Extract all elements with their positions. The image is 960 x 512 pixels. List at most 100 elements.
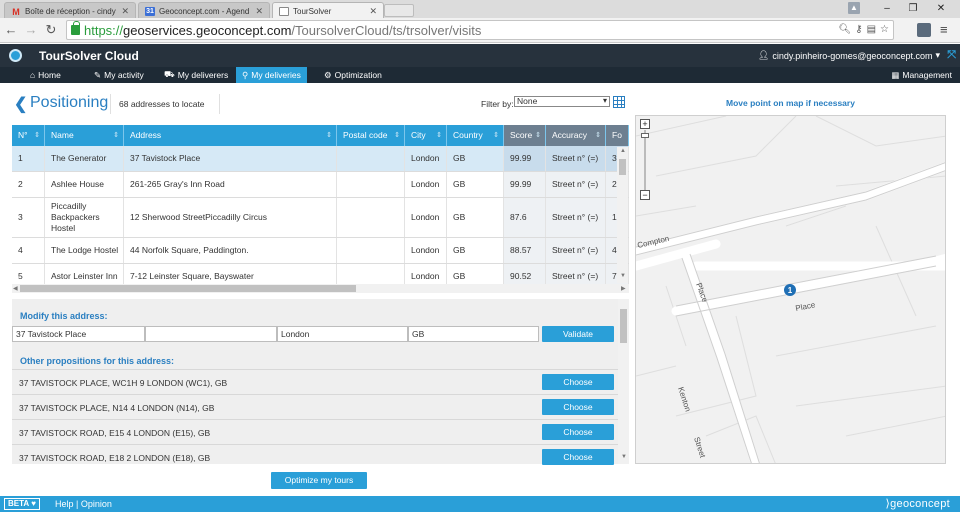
bookmark-star-icon[interactable]: ☆ bbox=[880, 24, 889, 35]
map-canvas[interactable]: Compton Place Place Kenton Street 1 bbox=[636, 116, 946, 464]
table-horizontal-scrollbar[interactable]: ◀ ▶ bbox=[12, 284, 629, 293]
marker-number: 1 bbox=[788, 286, 793, 295]
column-label: Address bbox=[130, 130, 162, 140]
cell-city: London bbox=[405, 172, 447, 197]
extension-icon[interactable] bbox=[917, 23, 931, 37]
map-view[interactable]: Compton Place Place Kenton Street 1 + − bbox=[635, 115, 946, 464]
key-icon[interactable]: ⚷ bbox=[855, 24, 862, 35]
nav-home[interactable]: ⌂ Home bbox=[24, 67, 67, 83]
close-icon[interactable]: ✕ bbox=[369, 6, 377, 17]
zoom-slider-track[interactable] bbox=[644, 130, 646, 192]
sort-icon: ⇕ bbox=[493, 132, 499, 139]
nav-my-deliveries[interactable]: ⚲ My deliveries bbox=[236, 67, 307, 83]
table-row[interactable]: 3 Piccadilly Backpackers Hostel 12 Sherw… bbox=[12, 198, 629, 238]
cell-accuracy: Street n° (=) bbox=[546, 238, 606, 263]
fullscreen-icon[interactable]: ⤧ bbox=[947, 49, 956, 62]
back-icon[interactable]: ← bbox=[4, 22, 18, 38]
footer-links[interactable]: Help | Opinion bbox=[55, 499, 112, 509]
management-link[interactable]: ▦ Management bbox=[891, 67, 952, 83]
column-header-fo[interactable]: Fo bbox=[606, 125, 629, 146]
divider bbox=[110, 94, 111, 114]
zoom-icon[interactable]: 🔍︎ bbox=[839, 24, 852, 35]
choose-button[interactable]: Choose bbox=[542, 424, 614, 440]
choose-button[interactable]: Choose bbox=[542, 374, 614, 390]
address-field[interactable]: 37 Tavistock Place bbox=[12, 326, 145, 342]
validate-button[interactable]: Validate bbox=[542, 326, 614, 342]
profile-icon[interactable]: ▲ bbox=[848, 2, 860, 14]
scroll-left-icon[interactable]: ◀ bbox=[13, 285, 18, 292]
panel-vertical-scrollbar[interactable]: ▼ bbox=[618, 299, 629, 464]
new-tab-button[interactable] bbox=[384, 4, 414, 17]
scroll-thumb[interactable] bbox=[20, 285, 356, 292]
postal-code-field[interactable] bbox=[145, 326, 277, 342]
minimize-icon[interactable]: – bbox=[874, 2, 900, 16]
optimize-tours-button[interactable]: Optimize my tours bbox=[271, 472, 367, 489]
zoom-slider-handle[interactable] bbox=[641, 133, 649, 138]
nav-optimization[interactable]: ⚙ Optimization bbox=[318, 67, 388, 83]
window-close-icon[interactable]: ✕ bbox=[928, 2, 954, 16]
page-title: Positioning bbox=[30, 94, 109, 111]
address-bar[interactable]: https://geoservices.geoconcept.com/Tours… bbox=[66, 20, 894, 40]
scroll-thumb[interactable] bbox=[620, 309, 627, 343]
propositions-title: Other propositions for this address: bbox=[20, 356, 175, 366]
url-host: geoservices.geoconcept.com bbox=[123, 22, 292, 38]
cell-accuracy: Street n° (=) bbox=[546, 146, 606, 171]
city-field[interactable]: London bbox=[277, 326, 408, 342]
map-instruction: Move point on map if necessary bbox=[726, 98, 855, 108]
nav-my-deliverers[interactable]: ⛟ My deliverers bbox=[158, 67, 234, 83]
choose-button[interactable]: Choose bbox=[542, 399, 614, 415]
browser-tab-gmail[interactable]: M Boîte de réception - cindy ✕ bbox=[4, 2, 136, 18]
scroll-up-icon[interactable]: ▲ bbox=[620, 148, 626, 154]
browser-menu-icon[interactable]: ≡ bbox=[940, 22, 948, 37]
scroll-down-icon[interactable]: ▼ bbox=[621, 454, 627, 460]
scroll-right-icon[interactable]: ▶ bbox=[621, 285, 626, 292]
translate-icon[interactable]: ▤ bbox=[867, 24, 876, 35]
zoom-out-icon[interactable]: − bbox=[640, 190, 650, 200]
column-header-country[interactable]: Country ⇕ bbox=[447, 125, 504, 146]
table-vertical-scrollbar[interactable]: ▲ ▼ bbox=[617, 147, 628, 283]
user-account-menu[interactable]: 👤︎ cindy.pinheiro-gomes@geoconcept.com ▾ bbox=[758, 50, 940, 61]
sort-icon: ⇕ bbox=[326, 132, 332, 139]
close-icon[interactable]: ✕ bbox=[255, 6, 263, 17]
reload-icon[interactable]: ↻ bbox=[44, 22, 58, 38]
column-header-score[interactable]: Score ⇕ bbox=[504, 125, 546, 146]
filter-select[interactable]: None bbox=[514, 96, 610, 107]
nav-label: Optimization bbox=[334, 70, 382, 80]
cell-name: Ashlee House bbox=[45, 172, 124, 197]
proposition-address: 37 TAVISTOCK ROAD, E15 4 LONDON (E15), G… bbox=[19, 428, 211, 438]
pin-icon: ⚲ bbox=[242, 69, 249, 80]
close-icon[interactable]: ✕ bbox=[121, 6, 129, 17]
cell-number: 2 bbox=[12, 172, 45, 197]
beta-badge[interactable]: BETA ♥ bbox=[4, 498, 40, 510]
forward-icon[interactable]: → bbox=[24, 22, 38, 38]
proposition-address: 37 TAVISTOCK PLACE, N14 4 LONDON (N14), … bbox=[19, 403, 215, 413]
cell-accuracy: Street n° (=) bbox=[546, 264, 606, 285]
table-row[interactable]: 4 The Lodge Hostel 44 Norfolk Square, Pa… bbox=[12, 238, 629, 264]
cell-city: London bbox=[405, 198, 447, 237]
table-row[interactable]: 1 The Generator 37 Tavistock Place Londo… bbox=[12, 146, 629, 172]
browser-tab-calendar[interactable]: 31 Geoconcept.com - Agend ✕ bbox=[138, 2, 270, 18]
column-header-name[interactable]: Name ⇕ bbox=[45, 125, 124, 146]
column-header-address[interactable]: Address ⇕ bbox=[124, 125, 337, 146]
browser-tab-toursolver[interactable]: TourSolver ✕ bbox=[272, 2, 384, 18]
table-row[interactable]: 5 Astor Leinster Inn 7-12 Leinster Squar… bbox=[12, 264, 629, 285]
column-header-number[interactable]: N° ⇕ bbox=[12, 125, 45, 146]
column-header-accuracy[interactable]: Accuracy ⇕ bbox=[546, 125, 606, 146]
nav-my-activity[interactable]: ✎ My activity bbox=[88, 67, 150, 83]
restore-icon[interactable]: ❐ bbox=[900, 2, 926, 16]
back-chevron-icon[interactable]: ❮ bbox=[14, 94, 27, 114]
column-label: N° bbox=[18, 130, 28, 140]
column-header-postal-code[interactable]: Postal code ⇕ bbox=[337, 125, 405, 146]
gmail-icon: M bbox=[12, 6, 20, 17]
column-header-city[interactable]: City ⇕ bbox=[405, 125, 447, 146]
country-field[interactable]: GB bbox=[408, 326, 539, 342]
table-row[interactable]: 2 Ashlee House 261-265 Gray's Inn Road L… bbox=[12, 172, 629, 198]
app-title: TourSolver Cloud bbox=[39, 49, 139, 63]
scroll-down-icon[interactable]: ▼ bbox=[620, 273, 626, 279]
cell-score: 87.6 bbox=[504, 198, 546, 237]
zoom-in-icon[interactable]: + bbox=[640, 119, 650, 129]
scroll-thumb[interactable] bbox=[619, 159, 626, 175]
management-label: Management bbox=[902, 70, 952, 80]
choose-button[interactable]: Choose bbox=[542, 449, 614, 465]
grid-icon[interactable] bbox=[613, 96, 625, 108]
